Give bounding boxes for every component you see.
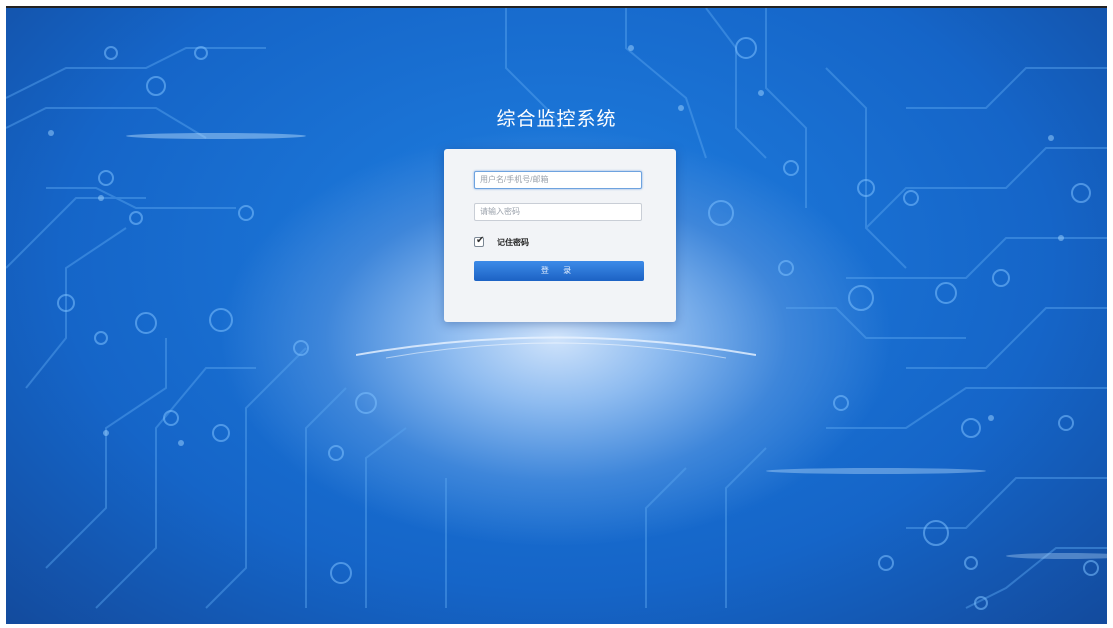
remember-password-label: 记住密码 <box>497 237 529 247</box>
checkmark-icon: ✔ <box>476 235 485 246</box>
page-title: 综合监控系统 <box>496 108 617 130</box>
remember-password-row[interactable]: ✔ 记住密码 <box>474 235 529 249</box>
horizon-glow <box>356 336 756 359</box>
login-button[interactable]: 登 录 <box>474 261 644 281</box>
username-input[interactable] <box>474 171 642 189</box>
login-page-background: 综合监控系统 ✔ 记住密码 登 录 <box>6 6 1107 624</box>
login-panel: ✔ 记住密码 登 录 <box>444 149 676 322</box>
password-input[interactable] <box>474 203 642 221</box>
remember-checkbox[interactable]: ✔ <box>474 235 485 247</box>
